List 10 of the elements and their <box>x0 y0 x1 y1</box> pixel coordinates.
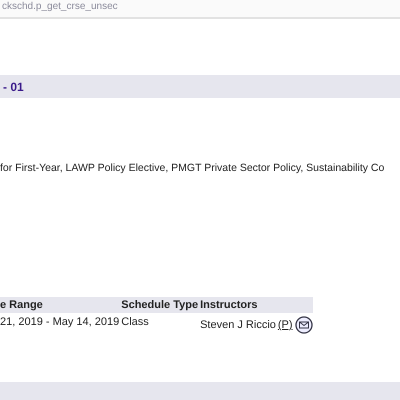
table-cell: Class <box>121 313 200 334</box>
column-header: Instructors <box>200 297 313 313</box>
primary-link[interactable]: (P) <box>278 319 293 331</box>
attributes-text: for First-Year, LAWP Policy Elective, PMGT Private Sector Policy, Sustainability Co <box>0 162 386 174</box>
email-icon[interactable] <box>294 316 313 334</box>
table-cell: 21, 2019 - May 14, 2019 <box>0 313 122 334</box>
column-header: e Range <box>0 297 122 313</box>
column-header: Schedule Type <box>121 297 200 313</box>
section-title: - 01 <box>2 80 24 94</box>
instructor-name: Steven J Riccio <box>200 319 276 331</box>
